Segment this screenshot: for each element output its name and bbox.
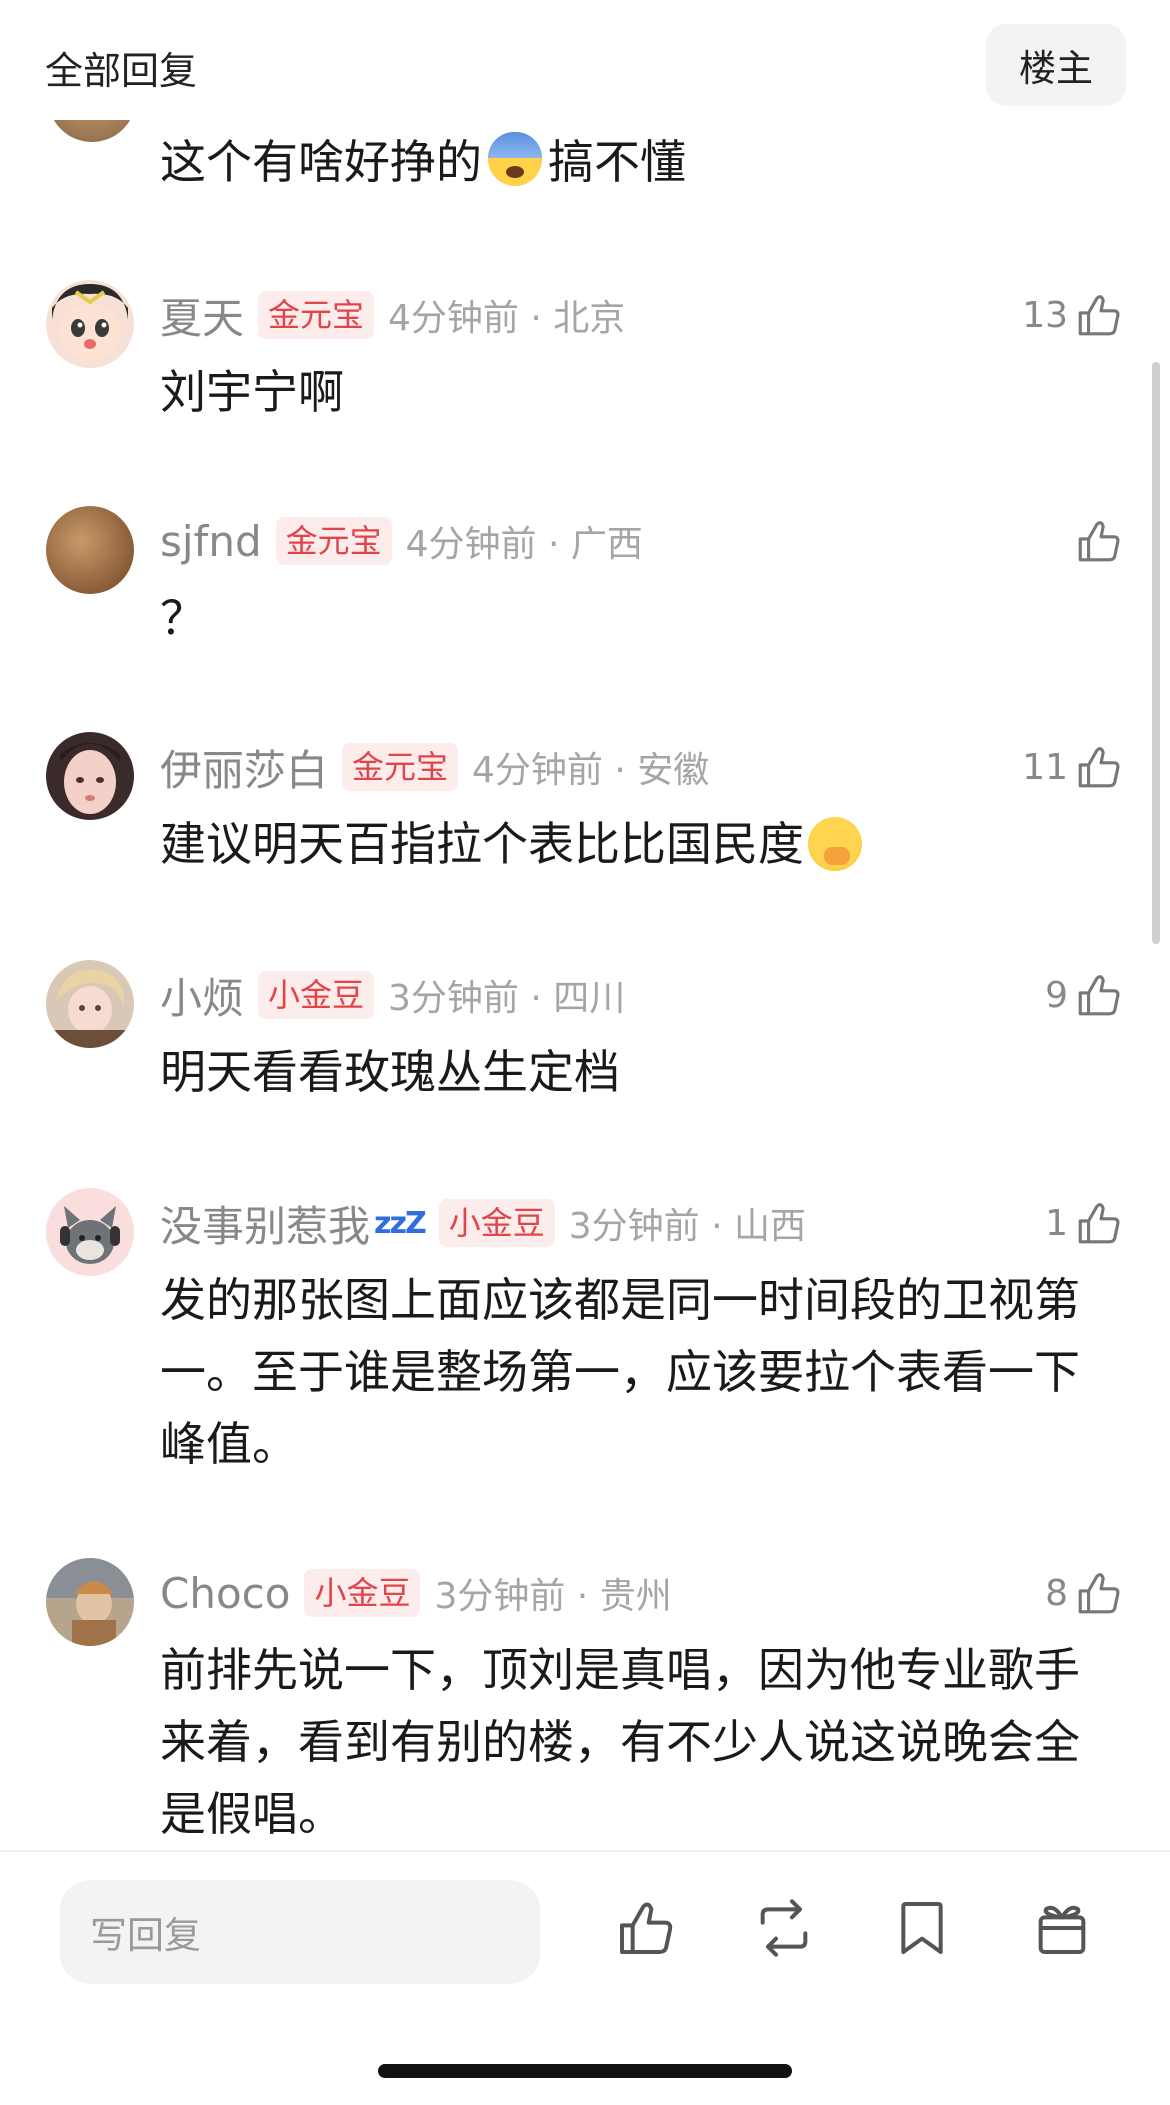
- like-button[interactable]: 13: [1022, 288, 1124, 342]
- comment-text: 发的那张图上面应该都是同一时间段的卫视第一。至于谁是整场第一，应该要拉个表看一下…: [160, 1273, 1080, 1471]
- timestamp-location: 3分钟前 · 贵州: [434, 1576, 672, 1617]
- photo-avatar[interactable]: [46, 1558, 134, 1646]
- comment-meta: 没事别惹我 zzZ 小金豆 3分钟前 · 山西: [160, 1198, 806, 1251]
- level-badge: 金元宝: [342, 743, 459, 791]
- texture-avatar[interactable]: [46, 506, 134, 594]
- face-with-hand-over-mouth-emoji: [808, 816, 862, 871]
- like-count: 11: [1022, 746, 1068, 788]
- comment-meta: sjfnd 金元宝 4分钟前 · 广西: [160, 516, 643, 566]
- timestamp-location: 3分钟前 · 山西: [568, 1206, 806, 1247]
- comment-text: 这个有啥好挣的 搞不懂: [160, 126, 686, 192]
- like-button[interactable]: 1: [1045, 1196, 1124, 1250]
- home-indicator[interactable]: [378, 2064, 792, 2078]
- thumbs-up-icon: [1078, 295, 1120, 336]
- timestamp-location: 4分钟前 · 安徽: [472, 750, 710, 791]
- comment-meta: 伊丽莎白 金元宝 4分钟前 · 安徽: [160, 742, 710, 795]
- level-badge: 小金豆: [258, 971, 375, 1019]
- comment-meta: 夏天 金元宝 4分钟前 · 北京: [160, 290, 626, 343]
- username[interactable]: 伊丽莎白: [160, 737, 328, 798]
- anime-face-avatar[interactable]: [46, 280, 134, 368]
- like-button[interactable]: 11: [1022, 740, 1124, 794]
- comment-text: 前排先说一下，顶刘是真唱，因为他专业歌手来着，看到有别的楼，有不少人说这说晚会全…: [160, 1643, 1080, 1841]
- comment-text: 明天看看玫瑰丛生定档: [160, 1045, 620, 1099]
- username-suffix: zzZ: [374, 1205, 427, 1241]
- comment-text: ？: [160, 591, 206, 645]
- scrollbar[interactable]: [1152, 362, 1160, 944]
- thumbs-up-icon: [1078, 747, 1120, 788]
- girl-photo-avatar[interactable]: [46, 732, 134, 820]
- comment-meta: Choco 小金豆 3分钟前 · 贵州: [160, 1568, 672, 1618]
- thumbs-up-icon: [1078, 1573, 1120, 1614]
- level-badge: 金元宝: [275, 517, 392, 565]
- header: 全部回复 楼主: [0, 0, 1170, 120]
- like-button[interactable]: 9: [1045, 968, 1124, 1022]
- bookmark-icon[interactable]: [890, 1896, 954, 1960]
- username[interactable]: sjfnd: [160, 517, 262, 566]
- like-button[interactable]: 8: [1045, 1566, 1124, 1620]
- timestamp-location: 4分钟前 · 广西: [405, 524, 643, 565]
- comment-text: 建议明天百指拉个表比比国民度: [160, 808, 1090, 880]
- owner-only-button[interactable]: 楼主: [986, 24, 1126, 106]
- gift-icon[interactable]: [1030, 1896, 1094, 1960]
- reply-input[interactable]: 写回复: [60, 1880, 540, 1984]
- like-button[interactable]: [1068, 514, 1124, 568]
- thumbs-up-icon: [1078, 975, 1120, 1016]
- repost-icon[interactable]: [752, 1896, 816, 1960]
- level-badge: 小金豆: [304, 1569, 421, 1617]
- timestamp-location: 4分钟前 · 北京: [388, 298, 626, 339]
- username[interactable]: 没事别惹我: [160, 1193, 370, 1254]
- username[interactable]: 夏天: [160, 285, 244, 346]
- thumbs-up-icon: [1078, 1203, 1120, 1244]
- thumbs-up-icon: [1078, 521, 1120, 562]
- timestamp-location: 3分钟前 · 四川: [388, 978, 626, 1019]
- comment-text: 刘宇宁啊: [160, 365, 344, 419]
- like-count: 13: [1022, 294, 1068, 336]
- doll-photo-avatar[interactable]: [46, 960, 134, 1048]
- level-badge: 金元宝: [258, 291, 375, 339]
- like-count: 9: [1045, 974, 1068, 1016]
- username[interactable]: 小烦: [160, 965, 244, 1026]
- page-title: 全部回复: [45, 49, 198, 93]
- username[interactable]: Choco: [160, 1569, 290, 1618]
- comment-meta: 小烦 小金豆 3分钟前 · 四川: [160, 970, 626, 1023]
- level-badge: 小金豆: [438, 1199, 555, 1247]
- like-count: 8: [1045, 1572, 1068, 1614]
- cartoon-cat-avatar[interactable]: [46, 1188, 134, 1276]
- anxious-face-emoji: [488, 132, 542, 186]
- like-count: 1: [1045, 1202, 1068, 1244]
- bottom-action-bar: 写回复: [0, 1850, 1170, 2105]
- like-icon[interactable]: [614, 1896, 678, 1960]
